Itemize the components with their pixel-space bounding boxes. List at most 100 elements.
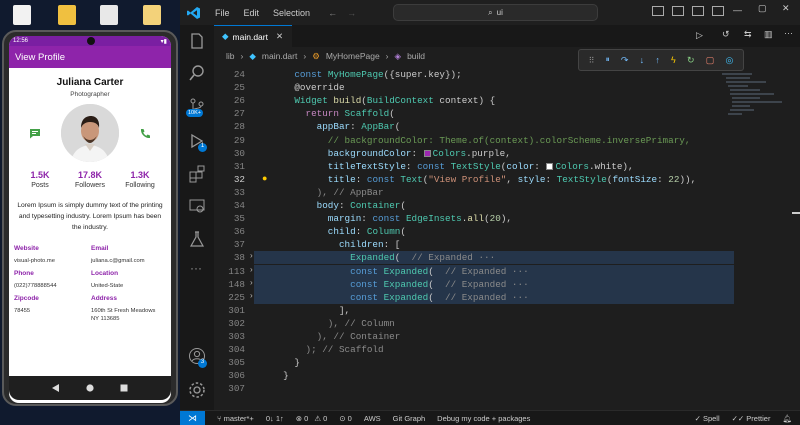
minimize-icon[interactable]: —	[733, 5, 742, 15]
pause-icon[interactable]: ⏸	[606, 55, 610, 65]
code-line[interactable]: 306 }	[214, 369, 734, 382]
ports-count[interactable]: ⊙ 0	[339, 414, 352, 423]
message-icon[interactable]	[29, 128, 41, 139]
code-line[interactable]: 37 children: [	[214, 238, 734, 251]
more-actions-icon[interactable]: ···	[784, 28, 793, 38]
profile-info-grid: Website visual-photo.me Email juliana.c@gm…	[9, 245, 171, 323]
prettier-status[interactable]: ✓✓ Prettier	[732, 414, 771, 423]
color-swatch[interactable]	[546, 162, 554, 170]
more-icon[interactable]: ···	[190, 261, 202, 275]
breadcrumb-class[interactable]: MyHomePage	[326, 51, 380, 61]
notifications-icon[interactable]: 🔔︎	[782, 414, 792, 423]
code-line[interactable]: 303 ), // Container	[214, 330, 734, 343]
vertical-scrollbar[interactable]	[792, 70, 800, 410]
code-line[interactable]: 225 const Expanded( // Expanded ···	[214, 291, 734, 304]
back-icon[interactable]	[52, 384, 60, 392]
method-icon: ◈	[394, 50, 402, 61]
toggle-sidebar-icon[interactable]	[652, 6, 664, 16]
debug-config[interactable]: Debug my code + packages	[437, 414, 530, 423]
step-into-icon[interactable]: ↓	[640, 55, 645, 65]
desktop-file-icon[interactable]	[58, 5, 76, 25]
tab-label: main.dart	[232, 31, 268, 42]
code-line[interactable]: 305 }	[214, 356, 734, 369]
toggle-panel-icon[interactable]	[672, 6, 684, 16]
code-line[interactable]: 24 const MyHomePage({super.key});	[214, 68, 734, 81]
desktop-file-icon[interactable]	[143, 5, 161, 25]
code-line[interactable]: 33 ), // AppBar	[214, 186, 734, 199]
code-line[interactable]: 304 ); // Scaffold	[214, 343, 734, 356]
lightbulb-icon[interactable]: ●	[262, 173, 267, 186]
forward-arrow-icon[interactable]: →	[347, 8, 356, 18]
code-line[interactable]: 302 ), // Column	[214, 317, 734, 330]
code-line[interactable]: 32 title: const Text("View Profile", sty…	[214, 173, 734, 186]
sync-status[interactable]: 0↓ 1↑	[266, 414, 284, 423]
menu-edit[interactable]: Edit	[244, 8, 260, 18]
warnings-count[interactable]: ⚠ 0	[314, 414, 327, 423]
code-line[interactable]: 25 @override	[214, 81, 734, 94]
color-swatch[interactable]	[423, 149, 431, 157]
toggle-aux-icon[interactable]	[692, 6, 704, 16]
step-out-icon[interactable]: ↑	[655, 55, 660, 65]
settings-gear-icon[interactable]	[188, 381, 206, 399]
explorer-icon[interactable]	[188, 32, 206, 50]
code-line[interactable]: 26 Widget build(BuildContext context) {	[214, 94, 734, 107]
line-number: 303	[228, 331, 245, 342]
git-graph[interactable]: Git Graph	[393, 414, 426, 423]
code-line[interactable]: 30 backgroundColor: Colors.purple,	[214, 147, 734, 160]
breadcrumb-method[interactable]: build	[407, 51, 425, 61]
extensions-icon[interactable]	[188, 165, 206, 183]
split-editor-icon[interactable]: ▥	[764, 29, 773, 40]
menu-file[interactable]: File	[215, 8, 230, 18]
code-line[interactable]: 148 const Expanded( // Expanded ···	[214, 278, 734, 291]
search-icon[interactable]	[188, 64, 206, 82]
home-icon[interactable]	[86, 384, 94, 392]
hot-reload-icon[interactable]: ϟ	[671, 55, 676, 65]
back-arrow-icon[interactable]: ←	[328, 8, 337, 18]
code-line[interactable]: 27 return Scaffold(	[214, 107, 734, 120]
breadcrumb-lib[interactable]: lib	[226, 51, 235, 61]
code-line[interactable]: 31 titleTextStyle: const TextStyle(color…	[214, 160, 734, 173]
remote-indicator-icon[interactable]: ⋊	[180, 410, 205, 425]
aws-status[interactable]: AWS	[364, 414, 381, 423]
scrollbar-marker	[792, 212, 800, 214]
step-over-icon[interactable]: ↷	[621, 55, 629, 66]
menu-selection[interactable]: Selection	[273, 8, 310, 18]
code-line[interactable]: 28 appBar: AppBar(	[214, 120, 734, 133]
drag-handle-icon[interactable]: ⠿	[589, 56, 595, 65]
history-icon[interactable]: ↺	[722, 29, 730, 40]
command-center-search[interactable]: ⌕ ui	[393, 4, 598, 21]
code-editor[interactable]: 24 const MyHomePage({super.key}); 25 @ove…	[214, 65, 800, 410]
layout-icon[interactable]	[712, 6, 724, 16]
code-line[interactable]: 36 child: Column(	[214, 225, 734, 238]
spell-check[interactable]: ✓ Spell	[695, 414, 720, 423]
minimap[interactable]	[722, 70, 784, 120]
devtools-icon[interactable]: ◎	[725, 55, 733, 66]
code-line[interactable]: 307	[214, 382, 734, 395]
code-line[interactable]: 35 margin: const EdgeInsets.all(20),	[214, 212, 734, 225]
code-line[interactable]: 301 ],	[214, 304, 734, 317]
git-branch[interactable]: ⑂ master*+	[217, 414, 254, 423]
errors-count[interactable]: ⊗ 0	[296, 414, 309, 423]
info-value: 78455	[14, 308, 31, 314]
code-line[interactable]: 113 const Expanded( // Expanded ···	[214, 265, 734, 278]
code-line[interactable]: 29 // backgroundColor: Theme.of(context)…	[214, 134, 734, 147]
remote-explorer-icon[interactable]	[188, 197, 206, 215]
close-icon[interactable]: ✕	[782, 3, 790, 14]
testing-icon[interactable]	[188, 230, 206, 248]
recents-icon[interactable]	[120, 384, 128, 392]
stop-icon[interactable]: ▢	[706, 55, 715, 66]
maximize-icon[interactable]: ▢	[758, 3, 767, 14]
restart-icon[interactable]: ↻	[687, 55, 695, 66]
dart-file-icon: ◆	[249, 50, 256, 61]
breadcrumb-file[interactable]: main.dart	[262, 51, 297, 61]
code-line[interactable]: 38 Expanded( // Expanded ···	[214, 251, 734, 264]
phone-icon[interactable]	[139, 128, 151, 139]
tab-main-dart[interactable]: ◆ main.dart ✕	[214, 25, 292, 47]
desktop-file-icon[interactable]	[100, 5, 118, 25]
desktop-file-icon[interactable]	[13, 5, 31, 25]
info-label: Email	[91, 245, 109, 252]
compare-icon[interactable]: ⇆	[744, 29, 752, 40]
run-icon[interactable]: ▷	[696, 30, 703, 41]
tab-close-icon[interactable]: ✕	[276, 31, 283, 42]
code-line[interactable]: 34 body: Container(	[214, 199, 734, 212]
